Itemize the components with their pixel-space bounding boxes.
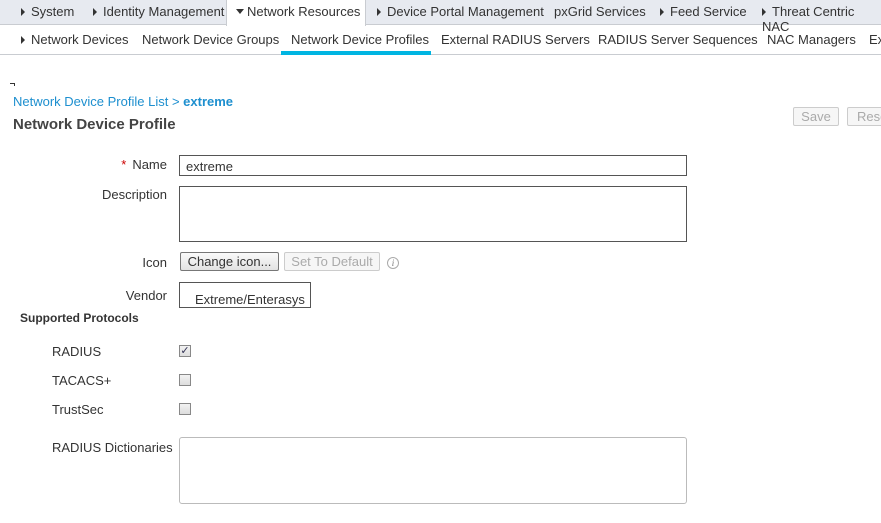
tab-label: Network Resources [247, 4, 361, 19]
subtab-network-device-groups[interactable]: Network Device Groups [142, 32, 279, 47]
radius-dictionaries-list[interactable] [179, 437, 687, 504]
breadcrumb-parent-link[interactable]: Network Device Profile List [13, 94, 168, 109]
vendor-field: Extreme/Enterasys [179, 282, 311, 308]
caret-right-icon [660, 8, 664, 16]
description-textarea[interactable] [179, 186, 687, 242]
breadcrumb: Network Device Profile List > extreme [13, 94, 233, 109]
subtab-network-device-profiles[interactable]: Network Device Profiles [291, 32, 429, 47]
caret-right-icon [93, 8, 97, 16]
breadcrumb-current: extreme [183, 94, 234, 109]
tab-label: Network Devices [31, 32, 129, 47]
corner-mark-icon [10, 83, 15, 86]
description-label: Description [101, 187, 167, 202]
tab-network-resources[interactable]: Network Resources [236, 4, 360, 19]
reset-button[interactable]: Rese [847, 107, 881, 126]
caret-right-icon [21, 8, 25, 16]
page-title: Network Device Profile [13, 116, 176, 133]
vendor-label: Vendor [125, 288, 167, 303]
icon-label: Icon [142, 255, 167, 270]
supported-protocols-heading: Supported Protocols [20, 311, 139, 325]
tab-identity-management[interactable]: Identity Management [93, 4, 224, 19]
radius-checkbox[interactable]: ✓ [179, 345, 191, 357]
caret-right-icon [762, 8, 766, 16]
tab-pxgrid-services[interactable]: pxGrid Services [554, 4, 646, 19]
trustsec-label: TrustSec [52, 402, 104, 417]
breadcrumb-separator: > [171, 94, 180, 109]
caret-right-icon [21, 36, 25, 44]
caret-down-icon [236, 9, 244, 14]
tab-label: Identity Management [103, 4, 225, 19]
trustsec-checkbox[interactable] [179, 403, 191, 415]
subtab-more[interactable]: Ex [869, 32, 881, 47]
tab-label: pxGrid Services [554, 4, 646, 19]
required-mark: * [121, 157, 127, 172]
name-label-text: Name [132, 157, 167, 172]
tab-label: System [31, 4, 75, 19]
info-icon[interactable]: i [387, 257, 399, 269]
subtab-nac-managers[interactable]: NAC Managers [767, 32, 856, 47]
subtab-network-devices[interactable]: Network Devices [21, 32, 129, 47]
top-nav-bar: System Identity Management Network Resou… [0, 0, 881, 34]
tab-feed-service[interactable]: Feed Service [660, 4, 747, 19]
subtab-radius-server-sequences[interactable]: RADIUS Server Sequences [598, 32, 758, 47]
tab-label: Device Portal Management [387, 4, 544, 19]
name-input[interactable]: extreme [179, 155, 687, 176]
set-to-default-button[interactable]: Set To Default [284, 252, 380, 271]
radius-dictionaries-label: RADIUS Dictionaries [52, 440, 173, 455]
subtab-external-radius-servers[interactable]: External RADIUS Servers [441, 32, 590, 47]
active-subtab-underline [281, 51, 431, 55]
sub-nav-bar: Network Devices Network Device Groups Ne… [0, 25, 881, 55]
change-icon-button[interactable]: Change icon... [180, 252, 279, 271]
tab-label: Feed Service [670, 4, 747, 19]
caret-right-icon [377, 8, 381, 16]
save-button[interactable]: Save [793, 107, 839, 126]
tab-device-portal-management[interactable]: Device Portal Management [377, 4, 544, 19]
tacacs-checkbox[interactable] [179, 374, 191, 386]
name-label: * Name [0, 157, 167, 172]
tab-system[interactable]: System [21, 4, 74, 19]
radius-label: RADIUS [52, 344, 102, 359]
tacacs-label: TACACS+ [52, 373, 112, 388]
